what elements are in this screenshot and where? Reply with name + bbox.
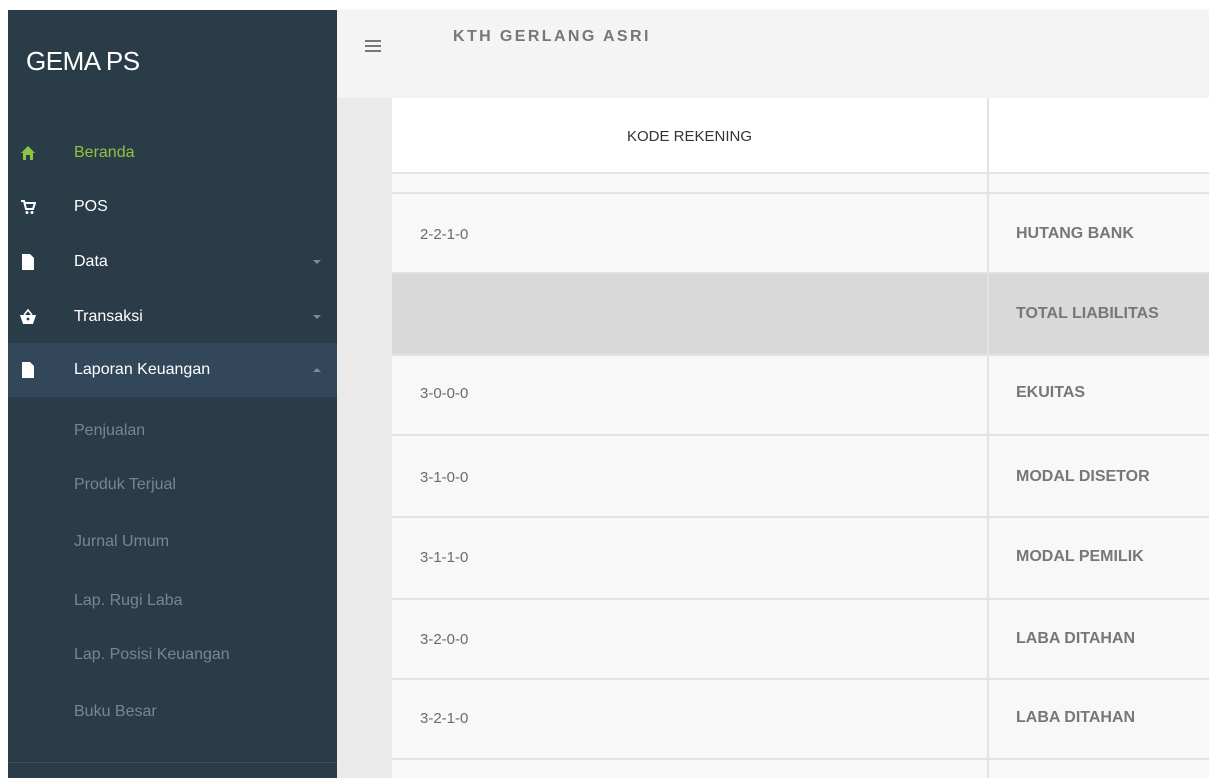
sidebar-item-label: Transaksi: [74, 308, 143, 325]
account-code: 3-1-1-0: [420, 549, 469, 566]
account-code: 3-2-0-0: [420, 631, 469, 648]
home-icon: [20, 145, 36, 161]
account-name: LABA DITAHAN: [1016, 709, 1136, 726]
chevron-down-icon: [313, 315, 321, 319]
account-name: HUTANG BANK: [1016, 225, 1134, 242]
sidebar-subitem-produk-terjual[interactable]: Produk Terjual: [74, 476, 176, 494]
table-header-row: KODE REKENING: [392, 98, 1209, 174]
sidebar: GEMA PS Beranda POS Data Transaksi Lapor…: [8, 10, 337, 778]
account-name: MODAL PEMILIK: [1016, 548, 1144, 565]
account-code: 3-2-1-0: [420, 710, 469, 727]
account-table: KODE REKENING 2-2-1-0 HUTANG BANK TOTAL …: [392, 98, 1209, 778]
file-icon: [20, 254, 36, 270]
account-name: MODAL DISETOR: [1016, 468, 1150, 485]
account-name: EKUITAS: [1016, 384, 1086, 401]
cart-icon: [20, 199, 36, 215]
account-code: 3-1-0-0: [420, 469, 469, 486]
chevron-down-icon: [313, 260, 321, 264]
table-row-total: TOTAL LIABILITAS: [392, 274, 1209, 356]
column-divider: [987, 98, 989, 778]
file-icon: [20, 362, 36, 378]
table-row: 3-2-0-0 LABA DITAHAN: [392, 600, 1209, 680]
hamburger-icon[interactable]: [365, 40, 387, 56]
sidebar-item-transaksi[interactable]: Transaksi: [8, 292, 337, 342]
basket-icon: [20, 309, 36, 325]
table-row: 3-0-0-0 EKUITAS: [392, 356, 1209, 436]
sidebar-item-data[interactable]: Data: [8, 237, 337, 287]
sidebar-subitem-lap-rugi-laba[interactable]: Lap. Rugi Laba: [74, 592, 183, 610]
account-name: LABA DITAHAN: [1016, 630, 1136, 647]
sidebar-item-label: Laporan Keuangan: [74, 361, 211, 378]
sidebar-subitem-buku-besar[interactable]: Buku Besar: [74, 703, 157, 721]
chevron-up-icon: [313, 368, 321, 372]
account-name: TOTAL LIABILITAS: [1016, 305, 1159, 322]
table-row: 3-1-1-0 MODAL PEMILIK: [392, 518, 1209, 600]
sidebar-subitem-penjualan[interactable]: Penjualan: [74, 422, 145, 440]
sidebar-item-label: POS: [74, 198, 108, 215]
table-row: 3-1-0-0 MODAL DISETOR: [392, 436, 1209, 518]
table-spacer-row: [392, 174, 1209, 194]
sidebar-item-laporan-keuangan[interactable]: Laporan Keuangan: [8, 343, 337, 397]
sidebar-item-label: Beranda: [74, 144, 135, 161]
account-code: 3-0-0-0: [420, 385, 469, 402]
sidebar-item-beranda[interactable]: Beranda: [8, 128, 337, 178]
table-row: 2-2-1-0 HUTANG BANK: [392, 194, 1209, 274]
table-row: 3-2-1-0 LABA DITAHAN: [392, 680, 1209, 760]
brand-logo[interactable]: GEMA PS: [26, 46, 140, 77]
sidebar-item-pos[interactable]: POS: [8, 182, 337, 232]
column-header-kode-rekening[interactable]: KODE REKENING: [392, 128, 987, 145]
sidebar-subitem-jurnal-umum[interactable]: Jurnal Umum: [74, 533, 169, 551]
app-title: KTH GERLANG ASRI: [453, 28, 651, 45]
topbar: KTH GERLANG ASRI: [337, 10, 1209, 98]
sidebar-divider: [8, 762, 337, 763]
sidebar-item-label: Data: [74, 253, 108, 270]
sidebar-subitem-lap-posisi-keuangan[interactable]: Lap. Posisi Keuangan: [74, 646, 230, 664]
account-code: 2-2-1-0: [420, 226, 469, 243]
